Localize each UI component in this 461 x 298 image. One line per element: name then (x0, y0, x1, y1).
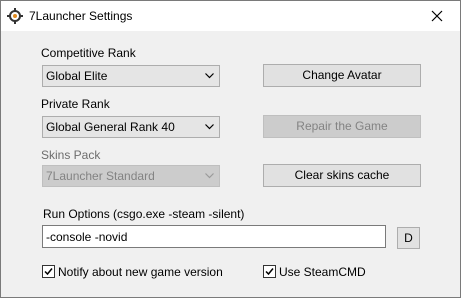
competitive-rank-value: Global Elite (46, 69, 108, 83)
chevron-down-icon (205, 124, 214, 130)
notify-label[interactable]: Notify about new game version (58, 265, 223, 279)
competitive-rank-label: Competitive Rank (41, 46, 136, 60)
run-options-label: Run Options (csgo.exe -steam -silent) (43, 207, 245, 221)
notify-checkbox[interactable] (42, 265, 55, 278)
competitive-rank-dropdown[interactable]: Global Elite (42, 65, 220, 87)
close-icon (431, 10, 443, 22)
checkmark-icon (265, 268, 274, 276)
skins-pack-value: 7Launcher Standard (46, 169, 155, 183)
private-rank-value: Global General Rank 40 (46, 120, 175, 134)
steamcmd-label[interactable]: Use SteamCMD (279, 265, 366, 279)
checkmark-icon (44, 268, 53, 276)
d-button[interactable]: D (397, 227, 420, 249)
clear-skins-cache-button[interactable]: Clear skins cache (263, 164, 421, 187)
private-rank-label: Private Rank (41, 97, 110, 111)
chevron-down-icon (205, 173, 214, 179)
title-bar: 7Launcher Settings (1, 1, 460, 31)
run-options-value: -console -novid (46, 230, 128, 244)
skins-pack-dropdown: 7Launcher Standard (42, 165, 220, 187)
window-title: 7Launcher Settings (29, 9, 133, 23)
close-button[interactable] (414, 1, 460, 31)
steamcmd-checkbox[interactable] (263, 265, 276, 278)
private-rank-dropdown[interactable]: Global General Rank 40 (42, 116, 220, 138)
7launcher-logo-icon (7, 8, 23, 24)
change-avatar-button[interactable]: Change Avatar (263, 64, 421, 87)
run-options-input[interactable]: -console -novid (42, 225, 386, 248)
settings-window: 7Launcher Settings Competitive Rank Glob… (0, 0, 461, 298)
chevron-down-icon (205, 73, 214, 79)
skins-pack-label: Skins Pack (41, 148, 101, 162)
repair-game-button: Repair the Game (263, 115, 421, 138)
